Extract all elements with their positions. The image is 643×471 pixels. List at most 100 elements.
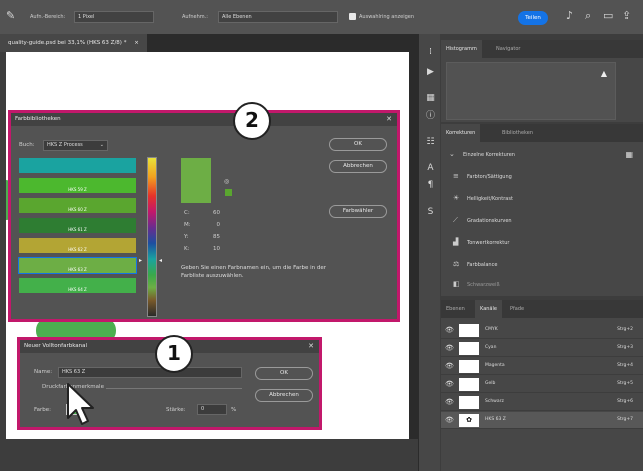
book-label: Buch: [19,142,35,148]
histogram-icon[interactable]: ▦ [424,92,437,104]
divider [106,388,242,389]
solidity-label: Stärke: [166,407,186,413]
info-icon[interactable]: ⓘ [424,110,437,122]
levels-icon: ▟ [453,238,459,246]
sample-label: Aufnehm.: [182,14,208,20]
character-icon[interactable]: A [424,162,437,174]
channel-row[interactable]: 👁 Magenta Strg+4 [441,358,643,375]
y-value: 85 [213,234,220,240]
canvas-scrollbar[interactable] [409,52,418,439]
cancel-button[interactable]: Abbrechen [255,389,313,402]
adjustment-item[interactable]: ⚖ Farbbalance [453,256,497,272]
step-badge-one: 1 [155,335,193,373]
share-button[interactable]: Teilen [518,11,548,25]
tolerance-select[interactable]: 1 Pixel [74,11,154,23]
channel-row[interactable]: 👁 CMYK Strg+2 [441,322,643,339]
paragraph-icon[interactable]: ¶ [424,179,437,191]
percent-label: % [231,407,237,413]
gamut-swatch[interactable] [225,189,232,196]
channels-panel: Ebenen Kanäle Pfade 👁 CMYK Strg+2 👁 Cyan Str… [441,300,643,471]
eye-icon[interactable]: 👁 [445,380,454,388]
channel-row[interactable]: 👁 Gelb Strg+5 [441,376,643,393]
channel-row-selected[interactable]: 👁 ✿ HKS 63 Z Strg+7 [441,412,643,429]
swatch-item[interactable]: HKS 60 Z [19,198,136,213]
hue-saturation-icon: ≡ [453,172,459,180]
slider-handle-right-icon[interactable]: ◂ [159,257,162,264]
show-ring-checkbox[interactable] [349,13,356,20]
cancel-button[interactable]: Abbrechen [329,160,387,173]
chevron-down-icon: ⌄ [449,150,455,158]
black-white-icon: ◧ [453,280,460,288]
warning-triangle-icon[interactable]: ▲ [601,69,607,78]
name-input[interactable]: HKS 63 Z [58,367,242,378]
single-corrections-header[interactable]: ⌄ Einzelne Korrekturen [449,146,515,162]
color-spectrum-slider[interactable] [147,157,157,317]
share-export-icon[interactable]: ⇪ [622,9,631,23]
color-picker-button[interactable]: Farbwähler [329,205,387,218]
tab-histogram[interactable]: Histogramm [441,40,482,58]
c-label: C: [184,210,190,216]
adjustment-item[interactable]: ≡ Farbton/Sättigung [453,168,512,184]
color-balance-icon: ⚖ [453,260,460,268]
close-icon[interactable]: ✕ [386,113,392,126]
step-badge-two: 2 [233,102,271,140]
adjustment-item[interactable]: ▟ Tonwertkorrektur [453,234,509,250]
gamut-warning-icon[interactable]: ◎ [224,178,229,185]
k-value: 10 [213,246,220,252]
eyedropper-tool-icon[interactable]: ✎ [6,9,15,23]
adjustment-item[interactable]: ☀ Helligkeit/Kontrast [453,190,513,206]
ok-button[interactable]: OK [255,367,313,380]
tab-libraries[interactable]: Bibliotheken [497,124,538,142]
eye-icon[interactable]: 👁 [445,344,454,352]
eye-icon[interactable]: 👁 [445,362,454,370]
tolerance-label: Aufn.-Bereich: [30,14,66,20]
y-label: Y: [184,234,189,240]
eye-icon[interactable]: 👁 [445,398,454,406]
sample-select[interactable]: Alle Ebenen [218,11,338,23]
document-tab[interactable]: quality-guide.psd bei 33,1% (HKS 63 Z/8)… [0,34,147,52]
tab-layers[interactable]: Ebenen [441,300,470,318]
channel-row[interactable]: 👁 Cyan Strg+3 [441,340,643,357]
tab-corrections[interactable]: Korrekturen [441,124,481,142]
swatch-item[interactable]: HKS 62 Z [19,238,136,253]
close-icon[interactable]: × [134,40,139,46]
color-libraries-dialog: Farbbibliotheken ✕ Buch: HKS Z Process ⌄ … [8,110,400,322]
workspace-icon[interactable]: ▭ [603,9,613,23]
swatch-item[interactable]: HKS 59 Z [19,178,136,193]
adjustment-item[interactable]: ◧ Schwarzweiß [453,276,500,292]
search-icon[interactable]: ⌕ [585,9,591,23]
swatch-item[interactable]: HKS 61 Z [19,218,136,233]
k-label: K: [184,246,190,252]
styles-icon[interactable]: S [424,206,437,218]
name-label: Name: [34,369,53,375]
play-icon[interactable]: ▶ [424,66,437,78]
channel-thumbnail [459,360,479,373]
ok-button[interactable]: OK [329,138,387,151]
channel-row[interactable]: 👁 Schwarz Strg+6 [441,394,643,411]
eye-icon[interactable]: 👁 [445,416,454,424]
histogram-display: ▲ [446,62,616,120]
status-bar [0,439,418,471]
color-label: Farbe: [34,407,52,413]
swatch-item-selected[interactable]: HKS 63 Z [18,257,137,274]
adjustment-item[interactable]: ⟋ Gradationskurven [453,212,512,228]
swatch-item[interactable] [19,158,136,173]
options-bar: ✎ Aufn.-Bereich: 1 Pixel Aufnehm.: Alle … [0,0,643,34]
tab-navigator[interactable]: Navigator [491,40,525,58]
chevron-down-icon: ⌄ [99,142,104,148]
channel-thumbnail [459,396,479,409]
history-icon[interactable]: ⁞ [424,46,437,58]
m-label: M: [184,222,191,228]
eye-icon[interactable]: 👁 [445,326,454,334]
adjustments-icon[interactable]: ☷ [424,136,437,148]
book-select[interactable]: HKS Z Process ⌄ [43,140,108,151]
tab-channels[interactable]: Kanäle [475,300,502,318]
show-ring-label: Auswahlring anzeigen [359,14,415,20]
bell-icon[interactable]: ♪ [566,9,573,23]
slider-handle-left-icon[interactable]: ▸ [139,257,142,264]
tab-paths[interactable]: Pfade [505,300,529,318]
solidity-input[interactable]: 0 [197,404,227,415]
grid-view-icon[interactable]: ▦ [625,150,633,159]
close-icon[interactable]: ✕ [308,340,314,353]
swatch-item[interactable]: HKS 64 Z [19,278,136,293]
